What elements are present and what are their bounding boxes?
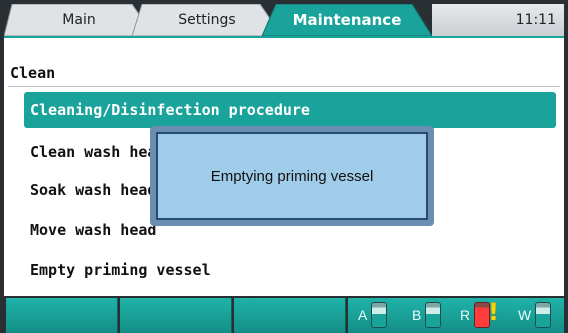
warning-exclamation-icon: ! bbox=[488, 298, 499, 326]
device-screen: Main Settings Maintenance 11:11 Clean Cl… bbox=[0, 0, 568, 333]
container-r-letter: R bbox=[460, 307, 471, 323]
container-r: R ! bbox=[460, 298, 499, 330]
container-b: B bbox=[412, 300, 442, 330]
bottle-icon bbox=[535, 302, 552, 328]
menu-item-cleaning-disinfection[interactable]: Cleaning/Disinfection procedure bbox=[24, 92, 556, 128]
softkey-2[interactable] bbox=[120, 298, 232, 333]
menu-item-empty-priming-vessel[interactable]: Empty priming vessel bbox=[24, 252, 556, 288]
tab-settings-label: Settings bbox=[178, 12, 236, 28]
container-status-area: A B R ! W bbox=[348, 298, 564, 333]
progress-dialog-message: Emptying priming vessel bbox=[210, 167, 374, 185]
tab-main-label: Main bbox=[62, 12, 96, 28]
bottom-bar: A B R ! W bbox=[0, 296, 568, 333]
tab-settings[interactable]: Settings bbox=[132, 4, 282, 36]
container-a-letter: A bbox=[358, 307, 368, 323]
softkey-1[interactable] bbox=[6, 298, 118, 333]
softkey-3[interactable] bbox=[234, 298, 346, 333]
tab-maintenance-label: Maintenance bbox=[292, 11, 402, 29]
container-b-letter: B bbox=[412, 307, 422, 323]
panel-title: Clean bbox=[10, 64, 56, 82]
container-w: W bbox=[518, 300, 552, 330]
clock: 11:11 bbox=[432, 4, 564, 36]
progress-dialog-body: Emptying priming vessel bbox=[156, 132, 428, 220]
container-w-letter: W bbox=[518, 307, 532, 323]
tab-maintenance[interactable]: Maintenance bbox=[262, 4, 432, 36]
tab-bar: Main Settings Maintenance 11:11 bbox=[0, 0, 568, 36]
bottle-icon bbox=[371, 302, 388, 328]
progress-dialog: Emptying priming vessel bbox=[150, 126, 434, 226]
panel-divider bbox=[8, 86, 560, 87]
container-a: A bbox=[358, 300, 388, 330]
bottle-icon bbox=[425, 302, 442, 328]
